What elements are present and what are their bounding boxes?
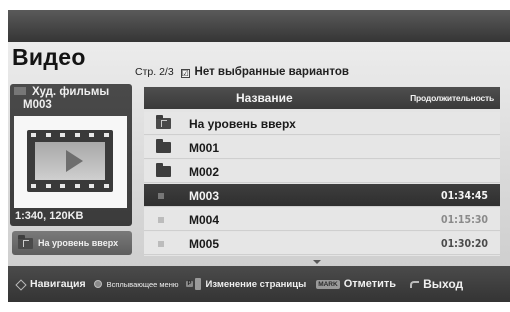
film-icon — [27, 130, 113, 192]
list-item-name: M003 — [189, 189, 220, 203]
folder-icon — [156, 139, 171, 153]
list-item-file-selected[interactable]: M003 01:34:45 — [144, 184, 500, 207]
top-bar — [8, 10, 510, 42]
column-duration-header: Продолжительность — [410, 93, 494, 103]
folder-up-icon — [18, 234, 33, 249]
list-item-up[interactable]: На уровень вверх — [144, 112, 500, 135]
preview-file-name: M003 — [23, 99, 52, 111]
page-title: Видео — [12, 44, 86, 70]
help-exit: Выход — [410, 277, 463, 291]
play-icon — [66, 150, 83, 172]
list-item-duration: 01:15:30 — [441, 214, 488, 226]
list-item-name: M001 — [189, 141, 220, 155]
video-file-icon — [158, 217, 164, 223]
video-thumbnail — [14, 116, 127, 208]
list-header: Название Продолжительность — [144, 87, 500, 109]
list-item-file[interactable]: M005 01:30:20 — [144, 232, 500, 255]
page-rocker-icon — [194, 278, 201, 290]
ok-button-icon — [93, 280, 102, 288]
list-item-duration: 01:30:20 — [441, 238, 488, 250]
dpad-icon — [16, 280, 25, 289]
page-info: Стр. 2/3 ☑ Нет выбранные вариантов — [135, 66, 349, 78]
selection-status: Нет выбранные вариантов — [194, 66, 349, 78]
list-item-folder[interactable]: M002 — [144, 160, 500, 183]
up-level-button[interactable]: На уровень вверх — [12, 231, 132, 255]
back-icon — [410, 280, 420, 288]
list-item-name: M005 — [189, 237, 220, 251]
list-item-name: M002 — [189, 165, 220, 179]
help-navigation: Навигация — [16, 278, 86, 290]
list-rows: На уровень вверх M001 M002 M003 01:34:45… — [144, 112, 500, 256]
up-level-label: На уровень вверх — [38, 238, 119, 248]
list-item-name: M004 — [189, 213, 220, 227]
page-badge-icon: P — [186, 281, 193, 287]
list-item-name: На уровень вверх — [189, 117, 296, 131]
folder-up-icon — [156, 115, 171, 129]
list-item-duration: 01:34:45 — [441, 190, 488, 202]
column-name-header: Название — [236, 91, 293, 105]
help-page-change: P Изменение страницы — [186, 278, 307, 290]
help-mark: MARK Отметить — [316, 278, 397, 290]
mark-button-icon: MARK — [316, 279, 340, 289]
video-file-icon — [158, 193, 164, 199]
page-indicator: Стр. 2/3 — [135, 66, 174, 78]
checkbox-icon: ☑ — [180, 69, 190, 78]
preview-file-info: 1:340, 120KB — [15, 210, 84, 222]
folder-icon — [156, 163, 171, 177]
list-item-file[interactable]: M004 01:15:30 — [144, 208, 500, 231]
video-file-icon — [158, 241, 164, 247]
list-item-folder[interactable]: M001 — [144, 136, 500, 159]
film-category-icon — [14, 87, 26, 95]
scroll-down-arrow-icon[interactable] — [313, 260, 321, 264]
help-popup-menu: Всплывающее меню — [93, 280, 178, 289]
bottom-help-bar: Навигация Всплывающее меню P Изменение с… — [8, 266, 510, 302]
category-label: Худ. фильмы — [14, 86, 134, 98]
